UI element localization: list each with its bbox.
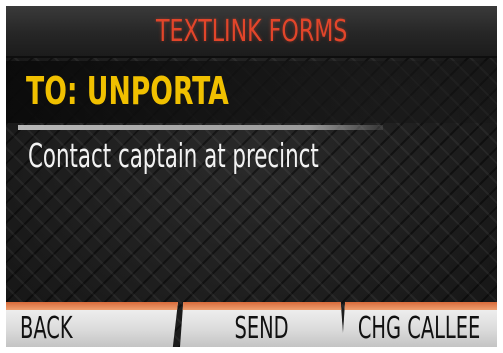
message-body[interactable]: Contact captain at precinct <box>28 136 319 175</box>
back-button-label: BACK <box>20 311 73 346</box>
divider <box>18 125 383 130</box>
send-button[interactable]: SEND <box>180 302 344 347</box>
recipient-label: TO: UNPORTA <box>26 69 229 113</box>
title-bar: TEXTLINK FORMS <box>6 6 497 58</box>
softkey-bar: BACK SEND CHG CALLEE <box>6 302 497 347</box>
back-button[interactable]: BACK <box>6 302 178 347</box>
textlink-screen: TEXTLINK FORMS TO: UNPORTA Contact capta… <box>6 6 497 347</box>
change-callee-button[interactable]: CHG CALLEE <box>342 302 497 347</box>
screen-title: TEXTLINK FORMS <box>155 13 348 49</box>
change-callee-button-label: CHG CALLEE <box>358 311 481 346</box>
send-button-label: SEND <box>234 311 290 346</box>
recipient-row[interactable]: TO: UNPORTA <box>6 61 497 123</box>
